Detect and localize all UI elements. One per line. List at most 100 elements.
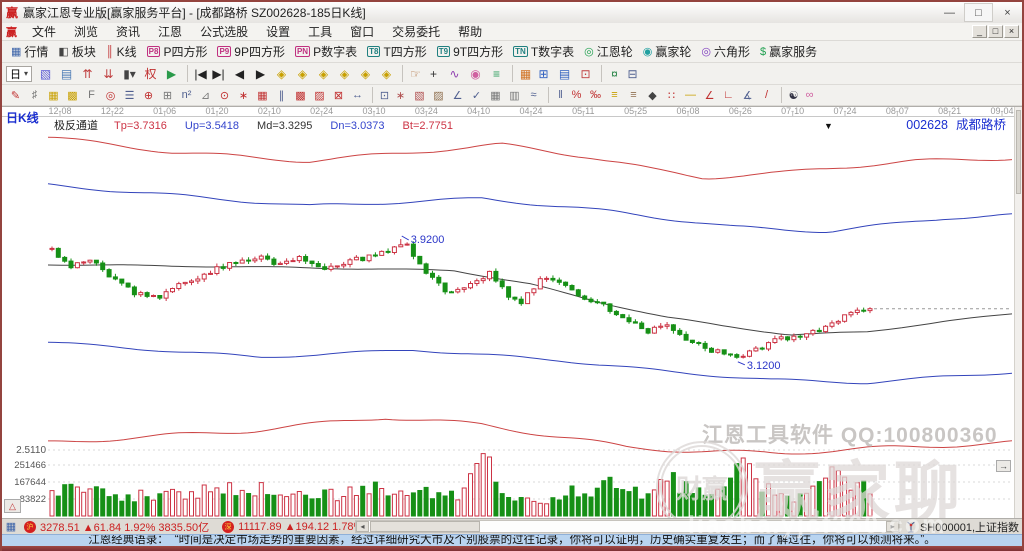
menu-item-江恩[interactable]: 江恩 [149, 25, 191, 39]
star-rays-icon[interactable]: ∗ [234, 87, 253, 103]
shift-left-diamond-icon[interactable]: ◈ [313, 65, 334, 82]
p9-square-button[interactable]: P99P四方形 [212, 42, 289, 62]
minimize-button[interactable]: — [935, 3, 964, 22]
notes-icon[interactable]: ▤ [554, 65, 575, 82]
candle-style-icon[interactable]: ▮▾ [119, 65, 140, 82]
menu-item-文件[interactable]: 文件 [23, 25, 65, 39]
f-angle-icon[interactable]: ∟ [719, 87, 738, 103]
vertical-scrollbar[interactable] [1014, 107, 1022, 518]
p-table-button[interactable]: PNP数字表 [290, 42, 362, 62]
mdi-minimize-button[interactable]: _ [972, 25, 987, 38]
taiji-icon[interactable]: ☯ [781, 87, 800, 103]
table-grid2-icon[interactable]: ▥ [505, 87, 524, 103]
mdi-close-button[interactable]: × [1004, 25, 1019, 38]
order-truck-icon[interactable]: ⊟ [622, 65, 643, 82]
gold-line-icon[interactable]: — [681, 87, 700, 103]
shade-grid-icon[interactable]: ▧ [410, 87, 429, 103]
horizontal-scrollbar[interactable]: ◂ ▸ [355, 520, 900, 533]
hexagon-button[interactable]: ◎六角形 [696, 42, 755, 62]
p-square-button[interactable]: P8P四方形 [142, 42, 213, 62]
chart-canvas[interactable]: 12-0812-2201-0601-2002-1002-2403-1003-24… [2, 107, 1014, 518]
menu-item-资讯[interactable]: 资讯 [107, 25, 149, 39]
zoom-out-diamond-icon[interactable]: ◈ [271, 65, 292, 82]
shift-right-diamond-icon[interactable]: ◈ [334, 65, 355, 82]
winner-wheel-button[interactable]: ◉赢家轮 [638, 42, 697, 62]
mdi-restore-button[interactable]: □ [988, 25, 1003, 38]
draw-flag-icon[interactable]: ▶ [161, 65, 182, 82]
hrange-icon[interactable]: ↔ [348, 87, 367, 103]
check-line-icon[interactable]: ✓ [467, 87, 486, 103]
maximize-button[interactable]: □ [964, 3, 993, 22]
hand-tool-icon[interactable]: ☞ [402, 65, 423, 82]
gann-wheel-button[interactable]: ◎江恩轮 [579, 42, 638, 62]
chart-dropdown-icon[interactable]: ▼ [824, 121, 833, 131]
expand-diamond-icon[interactable]: ◈ [355, 65, 376, 82]
t-table-button[interactable]: TNT数字表 [508, 42, 579, 62]
crosshair-tool-icon[interactable]: + [423, 65, 444, 82]
golden-grid-icon[interactable]: ▦ [44, 87, 63, 103]
menu-item-设置[interactable]: 设置 [257, 25, 299, 39]
diamond-mark-icon[interactable]: ◆ [643, 87, 662, 103]
channel-icon[interactable]: ☰ [120, 87, 139, 103]
n2-icon[interactable]: n² [177, 87, 196, 103]
tick-grid-icon[interactable]: ⊞ [158, 87, 177, 103]
menu-item-帮助[interactable]: 帮助 [449, 25, 491, 39]
layout-grid-icon[interactable]: ▧ [35, 65, 56, 82]
fan-rays-icon[interactable]: ∗ [391, 87, 410, 103]
wheel-tool-icon[interactable]: ◉ [465, 65, 486, 82]
wave-tool-icon[interactable]: ∿ [444, 65, 465, 82]
info-panel-icon[interactable]: ▤ [56, 65, 77, 82]
menu-item-公式选股[interactable]: 公式选股 [191, 25, 257, 39]
t9-square-button[interactable]: T99T四方形 [432, 42, 508, 62]
calendar-icon[interactable]: ▦ [512, 65, 533, 82]
menu-item-窗口[interactable]: 窗口 [341, 25, 383, 39]
compress-diamond-icon[interactable]: ◈ [376, 65, 397, 82]
gold-levels-icon[interactable]: ≡ [605, 87, 624, 103]
j-angle-icon[interactable]: ∠ [700, 87, 719, 103]
fib-tool-icon[interactable]: ≡ [486, 65, 507, 82]
close-button[interactable]: × [993, 3, 1022, 22]
kline-button[interactable]: ║K线 [101, 42, 142, 62]
kline-chart[interactable]: 12-0812-2201-0601-2002-1002-2403-1003-24… [2, 106, 1022, 518]
matrix-icon[interactable]: ▦ [253, 87, 272, 103]
bars-icon[interactable]: ‖ [548, 87, 567, 103]
shade-grid2-icon[interactable]: ▨ [429, 87, 448, 103]
period-selector[interactable]: 日 ▾ [6, 66, 32, 82]
money-icon[interactable]: ¤ [601, 65, 622, 82]
waves-icon[interactable]: ≈ [524, 87, 543, 103]
vertical-scrollbar-thumb[interactable] [1016, 110, 1021, 194]
red-lattice-icon[interactable]: ▩ [291, 87, 310, 103]
calculator-icon[interactable]: ⊞ [533, 65, 554, 82]
scroll-right-button[interactable]: → [996, 460, 1011, 472]
sectors-button[interactable]: ◧板块 [53, 42, 100, 62]
current-index-label[interactable]: SH000001,上证指数 [920, 519, 1019, 535]
hash-ruler-icon[interactable]: ♯ [25, 87, 44, 103]
menu-item-浏览[interactable]: 浏览 [65, 25, 107, 39]
zoom-in-diamond-icon[interactable]: ◈ [292, 65, 313, 82]
quote-table-icon[interactable]: ▦ [4, 520, 18, 533]
box-lines-icon[interactable]: ⊡ [372, 87, 391, 103]
restore-rights-icon[interactable]: 权 [140, 65, 161, 82]
trend-angle-icon[interactable]: ∠ [448, 87, 467, 103]
k-mark-icon[interactable]: ∥ [272, 87, 291, 103]
prev-bar-icon[interactable]: ◀ [229, 65, 250, 82]
indicator-up-icon[interactable]: ⇈ [77, 65, 98, 82]
next-bar-icon[interactable]: ▶ [250, 65, 271, 82]
angle-ruler-icon[interactable]: ⊿ [196, 87, 215, 103]
permille-icon[interactable]: ‰ [586, 87, 605, 103]
last-bar-icon[interactable]: ▶| [208, 65, 229, 82]
monitor-icon[interactable]: ⊡ [575, 65, 596, 82]
t-square-button[interactable]: T8T四方形 [362, 42, 432, 62]
table-grid-icon[interactable]: ▦ [486, 87, 505, 103]
indicator-down-icon[interactable]: ⇊ [98, 65, 119, 82]
quotes-button[interactable]: ▦行情 [6, 42, 53, 62]
scroll-left-arrow[interactable]: ◂ [356, 521, 369, 532]
net-icon[interactable]: ⊠ [329, 87, 348, 103]
red-lattice2-icon[interactable]: ▨ [310, 87, 329, 103]
winner-service-button[interactable]: $赢家服务 [755, 42, 822, 62]
target-icon[interactable]: ⊙ [215, 87, 234, 103]
percent-icon[interactable]: % [567, 87, 586, 103]
f-ruler-icon[interactable]: F [82, 87, 101, 103]
menu-item-交易委托[interactable]: 交易委托 [383, 25, 449, 39]
gold-levels2-icon[interactable]: ≡ [624, 87, 643, 103]
